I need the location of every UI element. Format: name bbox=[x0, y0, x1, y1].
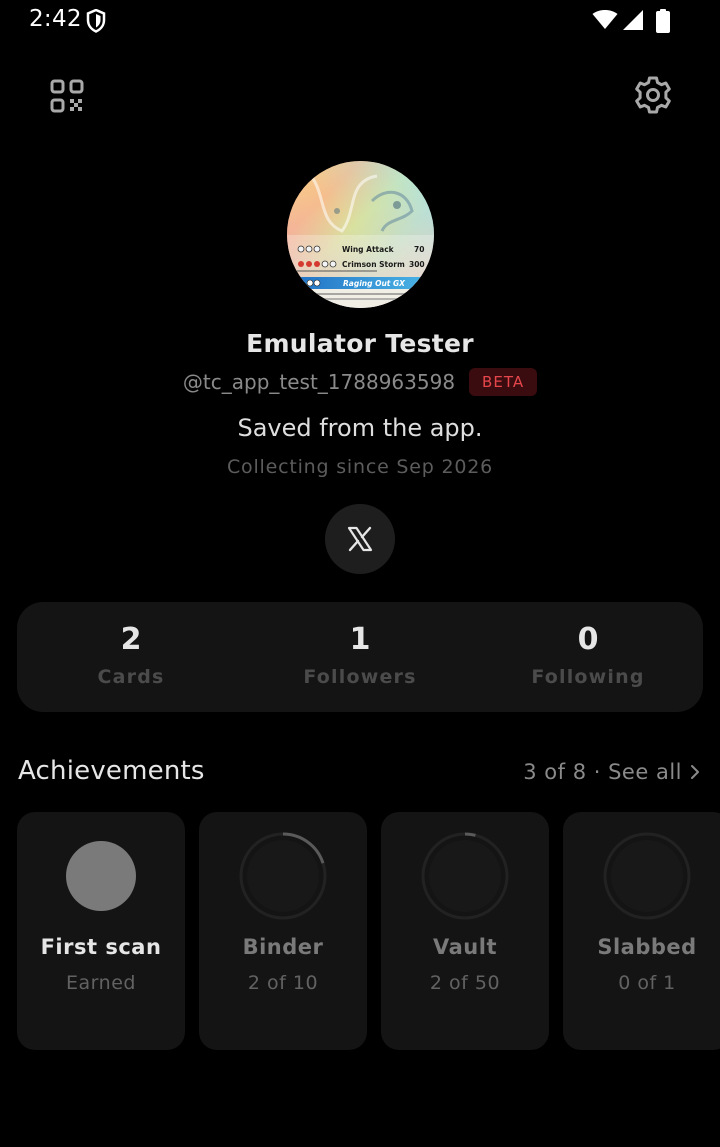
x-logo-icon bbox=[347, 526, 373, 552]
avatar-attack-1: Wing Attack bbox=[342, 245, 395, 254]
battery-icon bbox=[656, 9, 670, 33]
avatar-card-art: Wing Attack 70 Crimson Storm 300 Raging … bbox=[287, 161, 434, 308]
status-bar: 2:42 bbox=[0, 0, 720, 42]
beta-badge: BETA bbox=[469, 368, 538, 396]
profile-bio: Saved from the app. bbox=[237, 414, 483, 442]
achievement-name: Slabbed bbox=[597, 935, 697, 959]
achievement-earned-badge bbox=[66, 841, 136, 911]
shield-icon bbox=[86, 9, 106, 33]
handle-row: @tc_app_test_1788963598 BETA bbox=[0, 368, 720, 396]
avatar-damage-1: 70 bbox=[414, 245, 424, 254]
achievement-status: Earned bbox=[66, 972, 136, 994]
stat-value: 2 bbox=[120, 622, 142, 657]
qr-code-icon bbox=[50, 79, 84, 113]
stat-value: 0 bbox=[577, 622, 599, 657]
achievement-name: Binder bbox=[242, 935, 324, 959]
achievement-card[interactable]: First scan Earned bbox=[17, 812, 185, 1050]
stat-label: Cards bbox=[97, 666, 165, 688]
stat-label: Following bbox=[531, 666, 645, 688]
achievement-progress-ring bbox=[603, 832, 691, 920]
achievement-card[interactable]: Vault 2 of 50 bbox=[381, 812, 549, 1050]
stat-followers[interactable]: 1 Followers bbox=[246, 602, 474, 712]
stat-label: Followers bbox=[303, 666, 417, 688]
achievement-card[interactable]: Slabbed 0 of 1 bbox=[563, 812, 720, 1050]
profile-handle: @tc_app_test_1788963598 bbox=[182, 370, 456, 394]
achievement-status: 2 of 50 bbox=[429, 972, 501, 994]
achievement-card[interactable]: Binder 2 of 10 bbox=[199, 812, 367, 1050]
achievement-status: 0 of 1 bbox=[618, 972, 676, 994]
signal-icon bbox=[623, 10, 643, 30]
achievement-name: First scan bbox=[40, 935, 162, 959]
achievement-progress-ring bbox=[421, 832, 509, 920]
status-time: 2:42 bbox=[29, 6, 82, 32]
see-all-achievements-link[interactable]: 3 of 8 · See all bbox=[523, 760, 700, 784]
stats-panel: 2 Cards 1 Followers 0 Following bbox=[17, 602, 703, 712]
achievements-title: Achievements bbox=[18, 756, 205, 786]
wifi-icon bbox=[592, 10, 618, 29]
stat-cards[interactable]: 2 Cards bbox=[17, 602, 245, 712]
stat-following[interactable]: 0 Following bbox=[474, 602, 702, 712]
achievement-name: Vault bbox=[433, 935, 497, 959]
avatar-banner-text: Raging Out GX bbox=[343, 279, 406, 288]
achievements-summary: 3 of 8 · See all bbox=[523, 760, 682, 784]
profile-avatar[interactable]: Wing Attack 70 Crimson Storm 300 Raging … bbox=[287, 161, 434, 308]
avatar-attack-2: Crimson Storm bbox=[342, 260, 405, 269]
x-social-button[interactable] bbox=[325, 504, 395, 574]
achievement-progress-ring bbox=[239, 832, 327, 920]
collecting-since: Collecting since Sep 2026 bbox=[226, 456, 494, 478]
chevron-right-icon bbox=[691, 765, 699, 779]
achievement-status: 2 of 10 bbox=[247, 972, 319, 994]
stat-value: 1 bbox=[349, 622, 371, 657]
avatar-damage-2: 300 bbox=[409, 260, 425, 269]
qr-code-button[interactable] bbox=[48, 77, 86, 115]
profile-name: Emulator Tester bbox=[246, 329, 474, 358]
gear-icon bbox=[635, 76, 671, 114]
settings-button[interactable] bbox=[631, 73, 675, 117]
